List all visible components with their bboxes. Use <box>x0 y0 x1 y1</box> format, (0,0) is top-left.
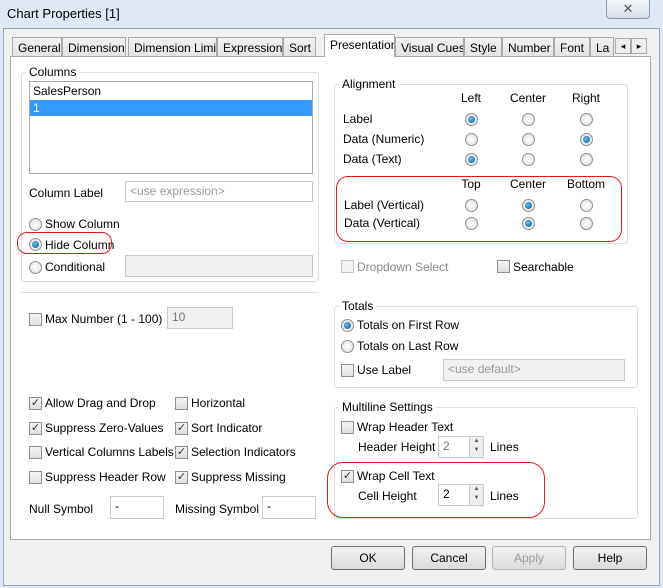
alignment-radio[interactable] <box>522 113 535 126</box>
totals-first-row-radio[interactable] <box>341 319 354 332</box>
null-symbol-label: Null Symbol <box>29 502 94 516</box>
tab-sort[interactable]: Sort <box>283 37 316 57</box>
alignment-radio[interactable] <box>465 133 478 146</box>
alignment-radio[interactable] <box>522 153 535 166</box>
columns-list[interactable]: SalesPerson 1 <box>29 81 313 174</box>
tab-font[interactable]: Font <box>554 37 590 57</box>
use-label-checkbox[interactable] <box>341 364 354 377</box>
horizontal-checkbox[interactable] <box>175 397 188 410</box>
tab-presentation[interactable]: Presentation <box>324 34 395 57</box>
annotation-wrap-cell <box>327 462 545 518</box>
wrap-header-checkbox[interactable] <box>341 421 354 434</box>
alignment-row-label: Data (Text) <box>343 152 402 166</box>
multiline-group-label: Multiline Settings <box>339 400 436 414</box>
suppress-header-row-checkbox[interactable] <box>29 470 42 484</box>
missing-symbol-label: Missing Symbol <box>175 502 260 516</box>
list-item-selected[interactable]: 1 <box>30 100 312 116</box>
alignment-radio[interactable] <box>580 133 593 146</box>
alignment-radio[interactable] <box>522 133 535 146</box>
columns-group-label: Columns <box>26 65 80 79</box>
header-height-label: Header Height <box>358 440 436 454</box>
column-label-input[interactable]: <use expression> <box>125 181 313 202</box>
vertical-columns-labels-label: Vertical Columns Labels <box>45 445 174 459</box>
totals-last-row-label: Totals on Last Row <box>357 339 459 353</box>
tab-style[interactable]: Style <box>464 37 502 57</box>
tab-dimension-limits[interactable]: Dimension Limits <box>128 37 217 57</box>
totals-group-label: Totals <box>339 299 377 313</box>
suppress-zero-values-checkbox[interactable]: ✓ <box>29 421 42 435</box>
alignment-col-header: Center <box>509 91 547 105</box>
max-number-input[interactable]: 10 <box>167 307 233 329</box>
apply-button[interactable]: Apply <box>492 546 566 570</box>
annotation-vertical-alignment <box>336 176 622 242</box>
header-height-value: 2 <box>443 439 450 453</box>
alignment-group-label: Alignment <box>339 77 399 91</box>
tab-scroll-left-button[interactable]: ◂ <box>615 38 631 54</box>
selection-indicators-label: Selection Indicators <box>191 445 296 459</box>
conditional-input[interactable] <box>125 255 313 277</box>
dropdown-select-checkbox[interactable] <box>341 260 354 273</box>
use-label-label: Use Label <box>357 363 412 377</box>
alignment-col-header: Left <box>460 91 481 105</box>
dropdown-select-label: Dropdown Select <box>357 260 449 274</box>
selection-indicators-checkbox[interactable]: ✓ <box>175 446 188 459</box>
suppress-zero-values-label: Suppress Zero-Values <box>45 420 164 435</box>
totals-last-row-radio[interactable] <box>341 340 354 353</box>
tab-visual-cues[interactable]: Visual Cues <box>395 37 464 57</box>
missing-symbol-input[interactable]: - <box>262 496 316 519</box>
conditional-radio[interactable] <box>29 261 42 274</box>
searchable-checkbox[interactable] <box>497 260 510 273</box>
max-number-label: Max Number (1 - 100) <box>45 312 163 326</box>
close-button[interactable]: ✕ <box>606 0 650 19</box>
help-button[interactable]: Help <box>573 546 647 570</box>
tab-dimensions[interactable]: Dimensions <box>62 37 126 57</box>
wrap-header-label: Wrap Header Text <box>357 420 454 434</box>
alignment-col-header: Right <box>571 91 600 105</box>
sort-indicator-label: Sort Indicator <box>191 420 263 435</box>
suppress-missing-label: Suppress Missing <box>191 469 286 484</box>
list-item[interactable]: SalesPerson <box>30 82 312 100</box>
alignment-radio[interactable] <box>465 113 478 126</box>
tab-expressions[interactable]: Expressions <box>217 37 283 57</box>
sort-indicator-checkbox[interactable]: ✓ <box>175 421 188 435</box>
searchable-label: Searchable <box>513 260 574 274</box>
show-column-radio[interactable] <box>29 218 42 231</box>
suppress-header-row-label: Suppress Header Row <box>45 469 166 484</box>
header-lines-label: Lines <box>490 440 519 454</box>
tab-number[interactable]: Number <box>502 37 554 57</box>
use-label-input[interactable]: <use default> <box>443 359 625 381</box>
vertical-columns-labels-checkbox[interactable] <box>29 446 42 459</box>
divider <box>21 292 319 293</box>
annotation-hide-column <box>17 232 112 254</box>
window-title: Chart Properties [1] <box>7 6 120 21</box>
alignment-row-label: Label <box>343 112 373 126</box>
alignment-radio[interactable] <box>465 153 478 166</box>
tab-general[interactable]: General <box>12 37 62 57</box>
alignment-radio[interactable] <box>580 153 593 166</box>
cancel-button[interactable]: Cancel <box>412 546 486 570</box>
suppress-missing-checkbox[interactable]: ✓ <box>175 470 188 484</box>
tab-scroll-right-button[interactable]: ▸ <box>631 38 647 54</box>
allow-drag-and-drop-label: Allow Drag and Drop <box>45 396 156 410</box>
stepper-arrows-icon[interactable]: ▲ ▼ <box>469 437 483 457</box>
max-number-checkbox[interactable] <box>29 313 42 326</box>
conditional-label: Conditional <box>45 260 106 274</box>
column-label-label: Column Label <box>29 186 104 200</box>
alignment-radio[interactable] <box>580 113 593 126</box>
header-height-stepper[interactable]: 2 ▲ ▼ <box>438 436 484 458</box>
alignment-row-label: Data (Numeric) <box>343 132 425 146</box>
allow-drag-and-drop-checkbox[interactable]: ✓ <box>29 397 42 410</box>
show-column-label: Show Column <box>45 217 120 231</box>
totals-first-row-label: Totals on First Row <box>357 318 460 332</box>
tab-la[interactable]: La <box>590 37 614 57</box>
horizontal-label: Horizontal <box>191 396 246 410</box>
null-symbol-input[interactable]: - <box>110 496 164 519</box>
ok-button[interactable]: OK <box>331 546 405 570</box>
